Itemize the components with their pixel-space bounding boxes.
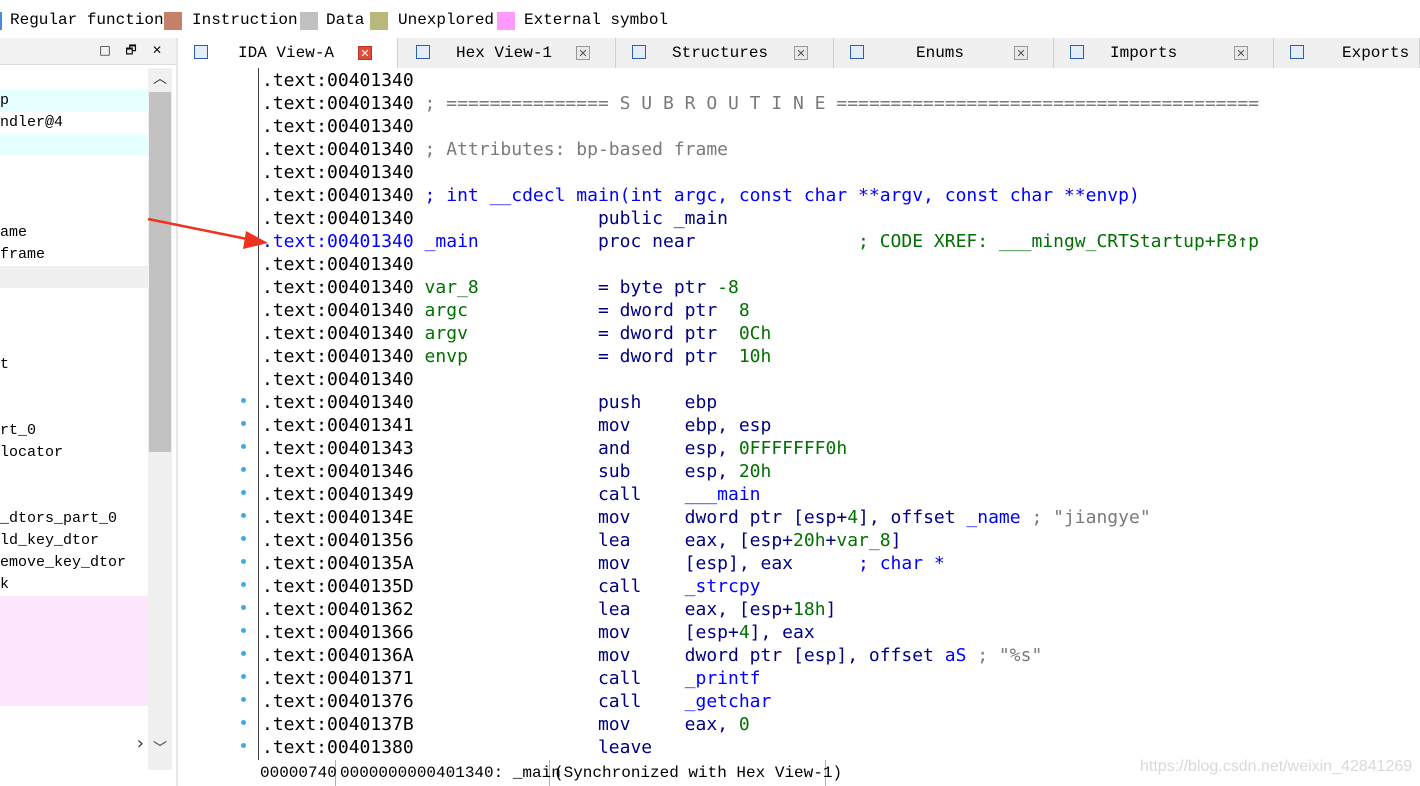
red-annotation-arrow [147, 217, 268, 249]
